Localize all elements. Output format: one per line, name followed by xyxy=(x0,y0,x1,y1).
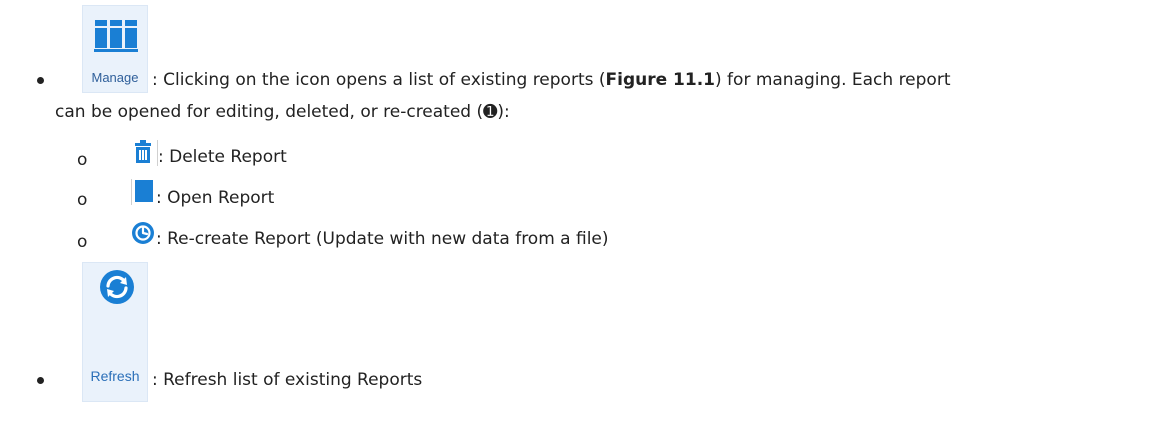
sub-bullet: o xyxy=(77,150,88,170)
open-report-text: : Open Report xyxy=(156,188,275,208)
manage-description-line1: : Clicking on the icon opens a list of e… xyxy=(152,68,951,92)
refresh-description: : Refresh list of existing Reports xyxy=(152,370,423,390)
manage-text-post: ) for managing. Each report xyxy=(715,70,951,90)
manage-button[interactable]: Manage xyxy=(82,5,148,93)
manage-description-line2: can be opened for editing, deleted, or r… xyxy=(55,102,510,122)
refresh-button[interactable]: Refresh xyxy=(82,262,148,402)
bullet xyxy=(37,77,44,84)
manage-reports-icon xyxy=(94,18,138,54)
refresh-button-label: Refresh xyxy=(90,368,140,384)
manage-text-pre: : Clicking on the icon opens a list of e… xyxy=(152,70,606,90)
sub-bullet: o xyxy=(77,190,88,210)
trash-icon[interactable] xyxy=(131,140,155,166)
recreate-icon[interactable] xyxy=(131,221,155,247)
bullet xyxy=(37,377,44,384)
figure-reference: Figure 11.1 xyxy=(605,70,716,90)
separator xyxy=(131,179,132,205)
recreate-report-text: : Re-create Report (Update with new data… xyxy=(156,229,609,249)
manage-button-label: Manage xyxy=(91,70,139,85)
delete-report-text: : Delete Report xyxy=(158,147,287,167)
sub-bullet: o xyxy=(77,232,88,252)
refresh-icon xyxy=(99,269,135,305)
